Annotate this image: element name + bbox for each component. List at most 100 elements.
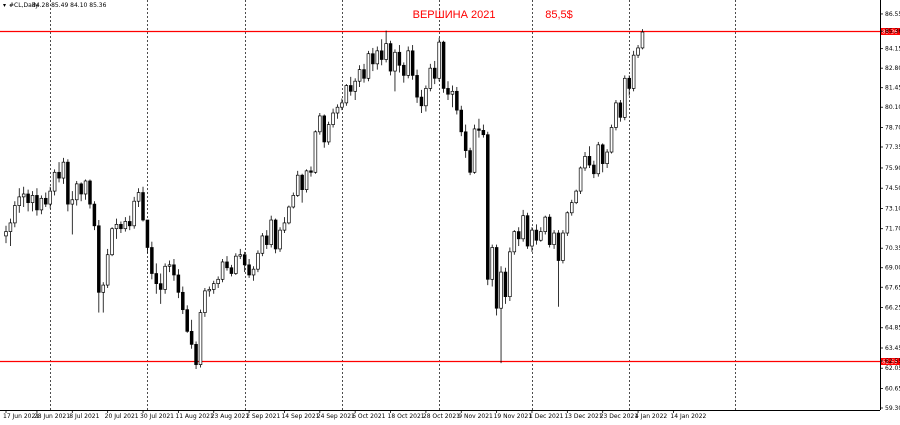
x-tick-label: 14 Sep 2021 (281, 413, 319, 420)
candlestick (326, 121, 331, 145)
price-chart[interactable]: 85.3662.55 86.5585.3684.1582.8081.4580.1… (0, 0, 900, 425)
candle-body-bull (287, 206, 291, 224)
candle-body-bear (322, 115, 326, 143)
candlestick (304, 169, 309, 193)
candlestick (110, 227, 114, 257)
candle-body-bear (66, 161, 70, 205)
candle-body-bull (521, 215, 525, 240)
candlestick (132, 196, 136, 229)
candlestick (234, 253, 238, 275)
candle-body-bear (503, 271, 508, 298)
candle-body-bull (234, 255, 238, 274)
candle-body-bull (203, 290, 207, 313)
y-tick-label: 70.35 (885, 245, 900, 252)
candle-body-bull (318, 115, 322, 133)
candlestick (278, 227, 282, 252)
candle-body-bull (393, 51, 397, 72)
candle-body-bear (397, 51, 402, 66)
candle-body-bear (388, 43, 393, 72)
candle-body-bull (583, 156, 587, 169)
candlestick (318, 113, 322, 135)
candle-body-bull (472, 128, 477, 173)
candlestick (547, 214, 552, 248)
candle-body-bear (516, 231, 521, 240)
candlestick (441, 40, 446, 93)
x-tick-label: 13 Dec 2021 (564, 413, 603, 420)
candlestick (508, 247, 512, 301)
candlestick (406, 46, 410, 79)
x-tick-label: 8 Jul 2021 (69, 413, 99, 420)
candle-body-bull (105, 254, 110, 286)
chart-header: ▾ #CL,Daily 84.28 85.49 84.10 85.36 (3, 2, 107, 9)
candle-body-bear (150, 247, 154, 274)
candlestick (640, 29, 645, 50)
candle-body-bear (79, 183, 83, 195)
candlestick (631, 50, 636, 92)
candle-body-bull (357, 69, 362, 82)
candle-body-bull (61, 161, 66, 179)
candle-body-bull (424, 88, 428, 107)
x-tick-label: 18 Oct 2021 (388, 413, 425, 420)
candle-body-bear (592, 164, 596, 175)
candle-body-bull (30, 195, 35, 204)
x-tick-label: 11 Aug 2021 (175, 413, 214, 420)
y-tick-label: 69.00 (885, 265, 900, 272)
candle-body-bull (375, 50, 380, 65)
candle-body-bull (570, 202, 574, 214)
candle-body-bull (70, 199, 75, 205)
candlestick (344, 84, 349, 106)
candlestick (88, 179, 92, 209)
candle-body-bull (508, 251, 512, 298)
candlestick (92, 201, 97, 231)
candle-body-bull (574, 190, 578, 204)
candle-body-bull (238, 254, 243, 257)
candle-body-bull (344, 85, 349, 104)
candle-body-bull (132, 200, 136, 227)
candlestick (66, 159, 70, 212)
candlestick (574, 189, 578, 205)
candle-body-bull (636, 47, 640, 56)
candle-body-bull (269, 219, 273, 245)
candlestick (203, 287, 207, 317)
candlestick (185, 305, 189, 333)
candle-body-bear (627, 77, 631, 89)
candlestick (273, 218, 278, 254)
candle-body-bull (220, 261, 225, 280)
candlestick (614, 99, 618, 131)
candlestick (578, 166, 583, 194)
candle-body-bull (340, 102, 344, 108)
annotation-text: 85,5$ (545, 9, 573, 21)
candle-body-bear (265, 235, 269, 245)
candle-body-bull (278, 229, 282, 250)
y-tick-label: 67.65 (885, 284, 900, 291)
candle-body-bull (123, 221, 128, 230)
candlestick (609, 124, 614, 154)
candle-body-bear (534, 229, 539, 241)
candlestick (565, 211, 570, 236)
candle-body-bear (309, 170, 313, 173)
candle-body-bull (552, 232, 556, 245)
candle-body-bull (83, 180, 88, 195)
candle-body-bear (486, 134, 490, 280)
candle-body-bull (295, 174, 300, 196)
candlestick (313, 130, 318, 174)
y-tick-label: 62.55 (885, 358, 900, 365)
candlestick (366, 50, 371, 82)
candle-body-bear (410, 50, 415, 76)
candlestick (269, 215, 273, 248)
y-tick-label: 85.36 (885, 28, 900, 35)
candlestick (623, 75, 627, 121)
candle-body-bear (446, 88, 450, 95)
candle-body-bear (44, 197, 48, 205)
candle-body-bear (455, 90, 459, 111)
candle-body-bear (194, 344, 198, 365)
candle-body-bear (477, 128, 481, 131)
candle-body-bear (587, 156, 592, 166)
x-tick-label: 20 Jul 2021 (105, 413, 139, 420)
candle-body-bear (600, 144, 605, 164)
x-tick-label: 30 Jul 2021 (140, 413, 174, 420)
candle-body-bull (530, 229, 534, 247)
candle-body-bull (256, 252, 260, 270)
candle-body-bull (384, 43, 388, 60)
y-tick-label: 82.80 (885, 65, 900, 72)
